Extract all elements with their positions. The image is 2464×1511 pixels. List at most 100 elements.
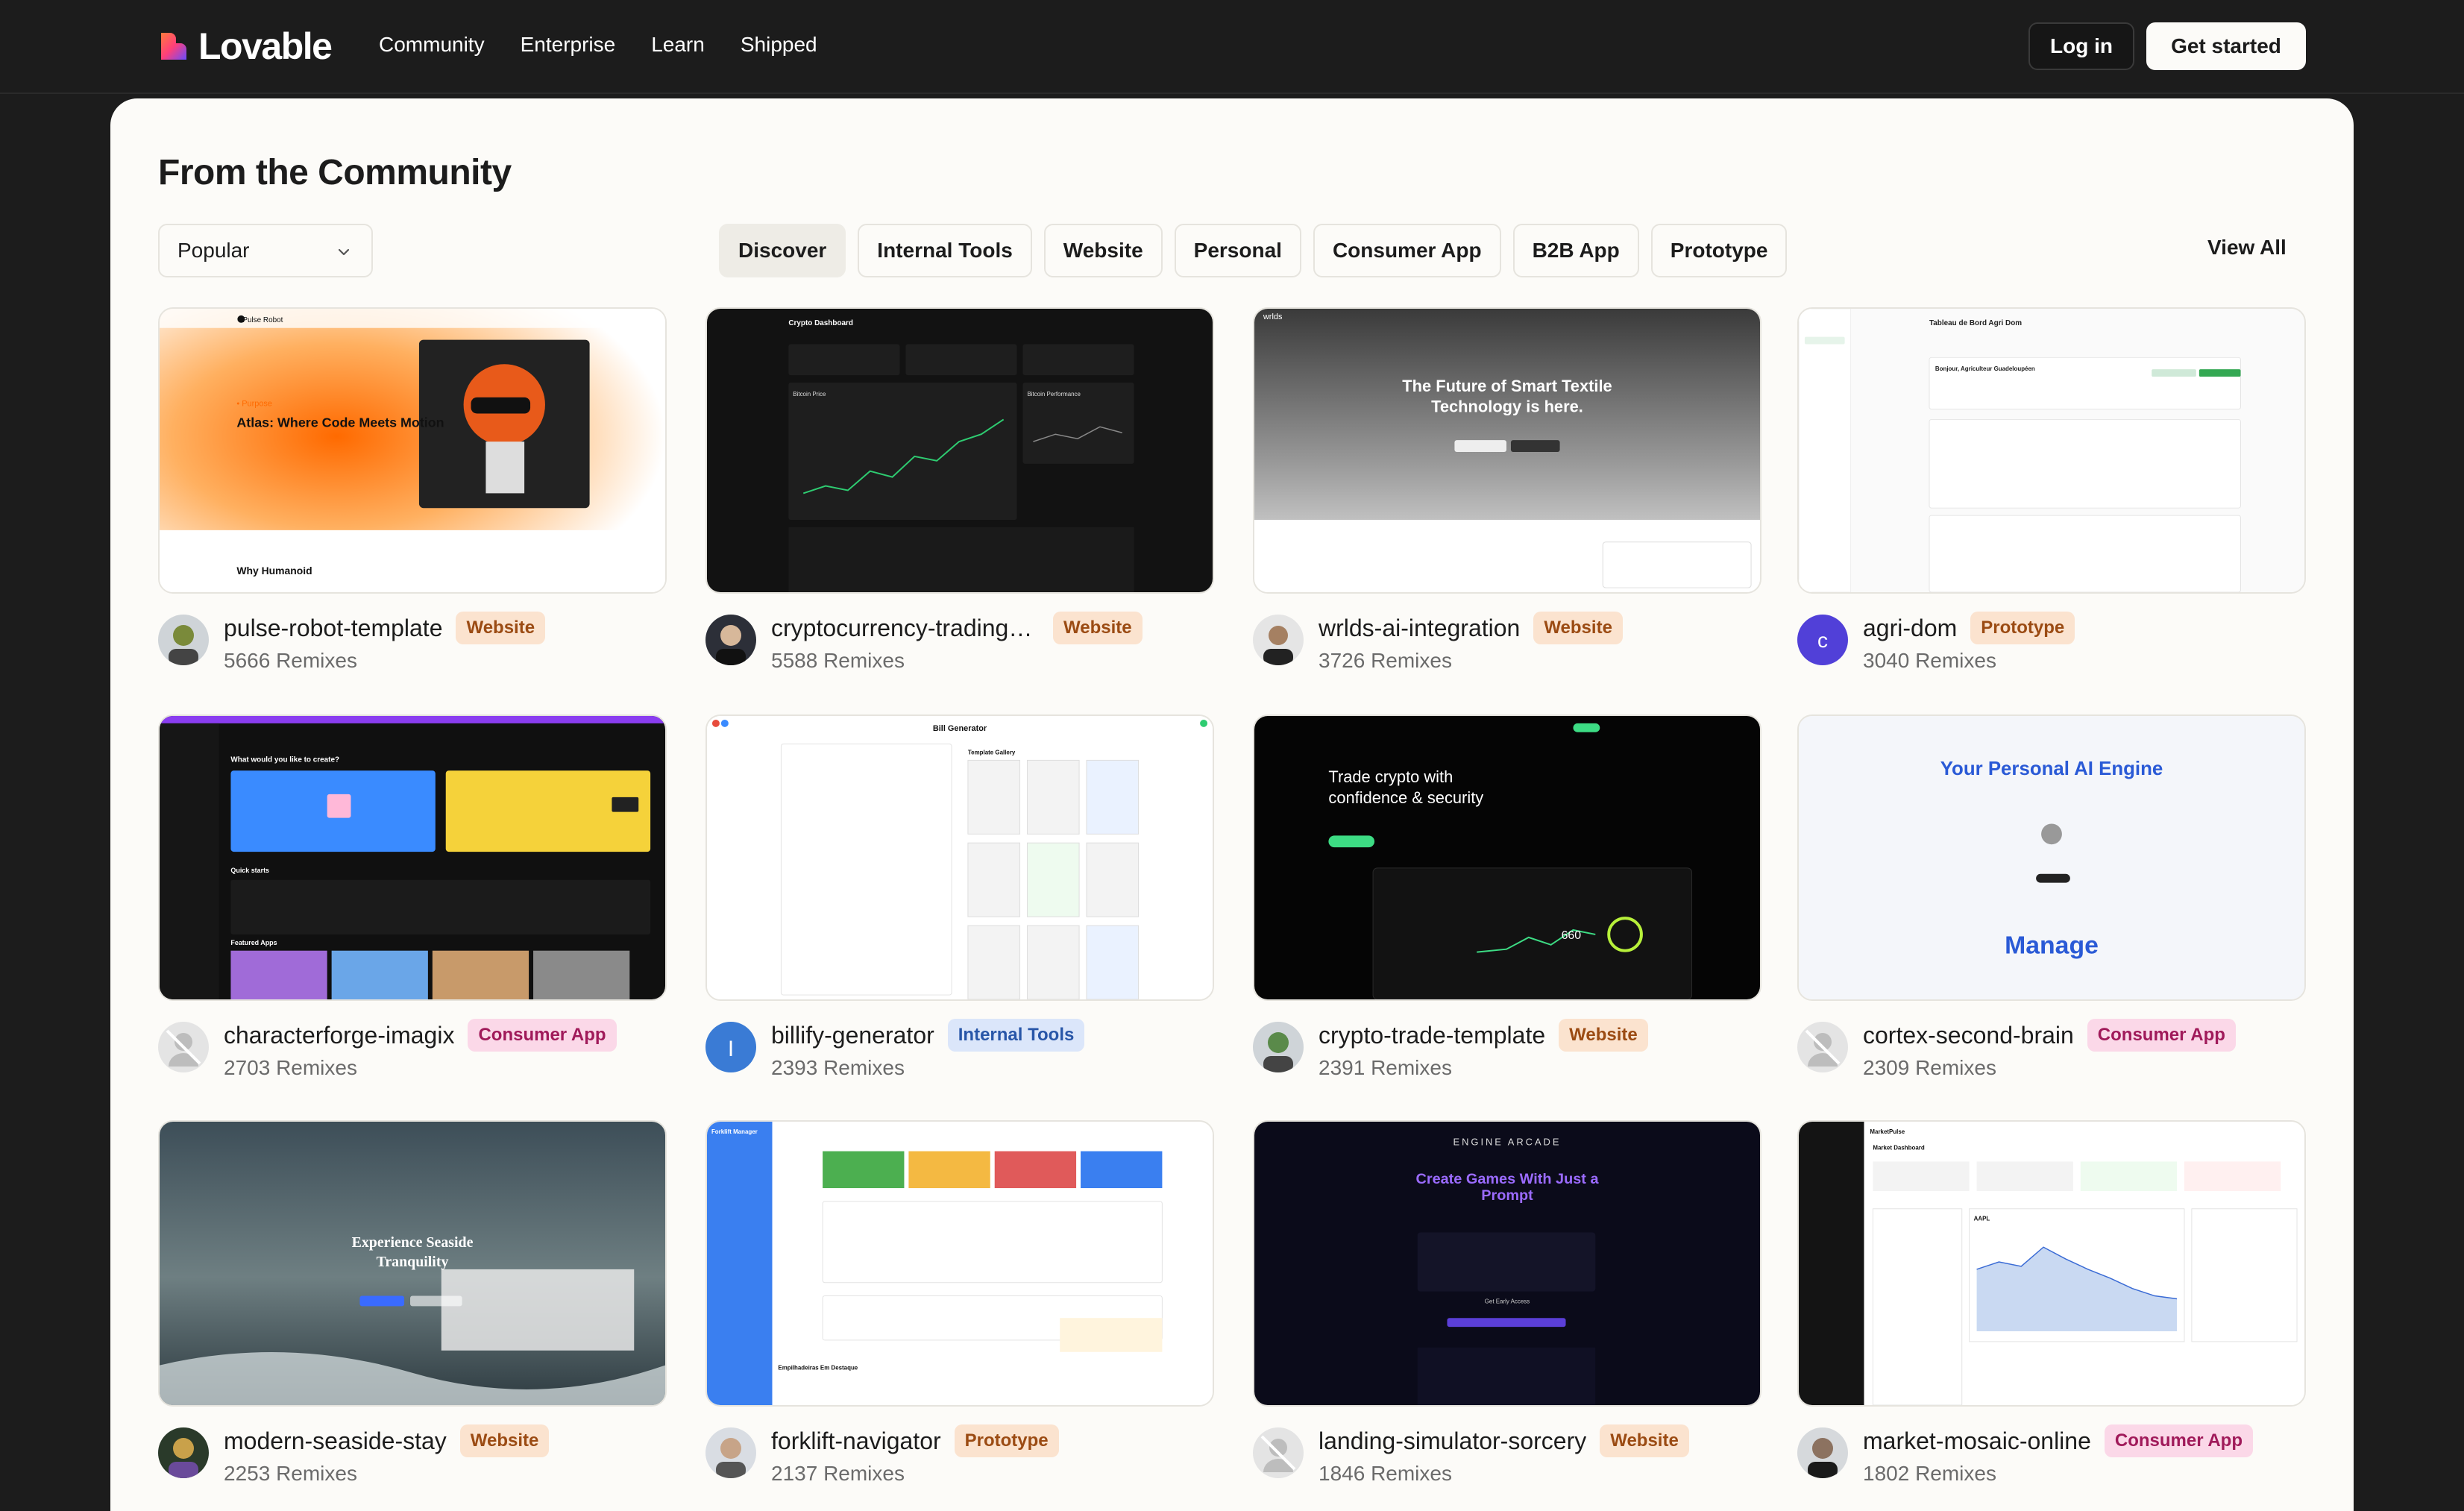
category-badge: Website: [459, 1424, 550, 1457]
project-name[interactable]: crypto-trade-template: [1319, 1022, 1545, 1049]
category-badge: Website: [1533, 612, 1623, 644]
remix-count: 3040 Remixes: [1863, 649, 1996, 672]
remix-count: 2391 Remixes: [1319, 1056, 1452, 1079]
svg-text:Crypto Dashboard: Crypto Dashboard: [788, 319, 853, 327]
category-badge: Prototype: [1970, 612, 2075, 644]
get-started-button[interactable]: Get started: [2146, 22, 2306, 70]
nav-learn[interactable]: Learn: [651, 30, 705, 60]
category-badge: Prototype: [954, 1424, 1059, 1457]
lovable-logo[interactable]: Lovable: [157, 25, 333, 67]
project-name[interactable]: landing-simulator-sorcery: [1319, 1427, 1586, 1455]
avatar[interactable]: [1797, 1022, 1848, 1072]
avatar[interactable]: [1253, 615, 1304, 665]
project-name[interactable]: characterforge-imagix: [224, 1022, 454, 1049]
remix-count: 2703 Remixes: [224, 1056, 357, 1079]
project-thumbnail[interactable]: Forklift Manager Empilhadeiras Em Destaq…: [705, 1120, 1214, 1407]
tab-prototype[interactable]: Prototype: [1650, 224, 1788, 277]
remix-count: 2137 Remixes: [771, 1462, 905, 1485]
avatar[interactable]: [705, 1427, 756, 1478]
project-name[interactable]: market-mosaic-online: [1863, 1427, 2091, 1455]
svg-text:Bonjour, Agriculteur Guadeloup: Bonjour, Agriculteur Guadeloupéen: [1935, 365, 2035, 372]
avatar[interactable]: [158, 1022, 209, 1072]
svg-text:Template Gallery: Template Gallery: [968, 749, 1016, 756]
remix-count: 2253 Remixes: [224, 1462, 357, 1485]
svg-text:I: I: [728, 1037, 734, 1061]
avatar[interactable]: [1253, 1022, 1304, 1072]
svg-text:Get Early Access: Get Early Access: [1485, 1298, 1530, 1304]
tab-internal-tools[interactable]: Internal Tools: [858, 224, 1032, 277]
category-badge: Internal Tools: [947, 1019, 1085, 1052]
project-name[interactable]: pulse-robot-template: [224, 615, 442, 642]
svg-text:Pulse Robot: Pulse Robot: [242, 316, 283, 324]
top-nav: Lovable Community Enterprise Learn Shipp…: [0, 0, 2464, 94]
project-name[interactable]: agri-dom: [1863, 615, 1957, 642]
avatar[interactable]: I: [705, 1022, 756, 1072]
tab-discover[interactable]: Discover: [719, 224, 846, 277]
project-thumbnail[interactable]: wrlds The Future of Smart Textile Techno…: [1253, 307, 1761, 594]
svg-text:Your Personal AI Engine: Your Personal AI Engine: [1940, 758, 2163, 779]
remix-count: 2309 Remixes: [1863, 1056, 1996, 1079]
nav-community[interactable]: Community: [379, 30, 485, 60]
svg-text:Trade crypto with: Trade crypto with: [1328, 767, 1453, 786]
svg-text:ENGINE ARCADE: ENGINE ARCADE: [1453, 1137, 1562, 1148]
svg-text:Bill Generator: Bill Generator: [933, 724, 987, 733]
remix-count: 1846 Remixes: [1319, 1462, 1452, 1485]
avatar[interactable]: [1797, 1427, 1848, 1478]
svg-text:Bitcoin Performance: Bitcoin Performance: [1027, 391, 1081, 398]
avatar[interactable]: [158, 1427, 209, 1478]
project-thumbnail[interactable]: MarketPulse Market Dashboard AAPL: [1797, 1120, 2306, 1407]
avatar[interactable]: [1253, 1427, 1304, 1478]
view-all-link[interactable]: View All: [2207, 236, 2287, 260]
project-thumbnail[interactable]: • Purpose Atlas: Where Code Meets Motion…: [158, 307, 667, 594]
project-thumbnail[interactable]: Bill Generator Template Gallery: [705, 714, 1214, 1001]
sort-select[interactable]: Popular: [158, 224, 373, 277]
avatar[interactable]: [158, 615, 209, 665]
avatar[interactable]: [705, 615, 756, 665]
category-badge: Website: [1559, 1019, 1648, 1052]
avatar[interactable]: c: [1797, 615, 1848, 665]
svg-text:confidence & security: confidence & security: [1328, 788, 1483, 807]
tab-personal[interactable]: Personal: [1174, 224, 1301, 277]
svg-text:wrlds: wrlds: [1263, 312, 1283, 321]
category-tabs: Discover Internal Tools Website Personal…: [719, 224, 1788, 277]
svg-text:Experience Seaside: Experience Seaside: [352, 1234, 474, 1251]
nav-enterprise[interactable]: Enterprise: [521, 30, 616, 60]
tab-consumer-app[interactable]: Consumer App: [1313, 224, 1501, 277]
category-badge: Consumer App: [2087, 1019, 2236, 1052]
remix-count: 3726 Remixes: [1319, 649, 1452, 672]
category-badge: Website: [456, 612, 546, 644]
svg-text:Create Games With Just a: Create Games With Just a: [1415, 1171, 1599, 1187]
svg-text:The Future of Smart Textile: The Future of Smart Textile: [1402, 377, 1612, 395]
project-thumbnail[interactable]: Crypto Dashboard Bitcoin Price Bitcoin P…: [705, 307, 1214, 594]
svg-text:Market Dashboard: Market Dashboard: [1873, 1145, 1924, 1152]
project-name[interactable]: wrlds-ai-integration: [1319, 615, 1520, 642]
svg-text:Quick starts: Quick starts: [230, 867, 269, 874]
project-thumbnail[interactable]: ENGINE ARCADE Create Games With Just a P…: [1253, 1120, 1761, 1407]
svg-text:Prompt: Prompt: [1481, 1187, 1533, 1204]
tab-website[interactable]: Website: [1043, 224, 1163, 277]
project-thumbnail[interactable]: Your Personal AI Engine Manage: [1797, 714, 2306, 1001]
project-thumbnail[interactable]: Trade crypto with confidence & security …: [1253, 714, 1761, 1001]
project-thumbnail[interactable]: What would you like to create? Quick sta…: [158, 714, 667, 1001]
svg-text:Technology is here.: Technology is here.: [1431, 398, 1583, 416]
category-badge: Consumer App: [2104, 1424, 2253, 1457]
svg-text:Forklift Manager: Forklift Manager: [711, 1128, 758, 1135]
login-button[interactable]: Log in: [2028, 22, 2134, 70]
project-name[interactable]: forklift-navigator: [771, 1427, 941, 1455]
svg-text:What would you like to create?: What would you like to create?: [230, 756, 339, 764]
svg-text:MarketPulse: MarketPulse: [1870, 1128, 1905, 1135]
nav-shipped[interactable]: Shipped: [741, 30, 817, 60]
community-panel: From the Community Popular Discover Inte…: [110, 98, 2354, 1511]
project-name[interactable]: billify-generator: [771, 1022, 934, 1049]
project-name[interactable]: cortex-second-brain: [1863, 1022, 2074, 1049]
project-name[interactable]: cryptocurrency-trading-dash...: [771, 615, 1040, 642]
thumb-title: Atlas: Where Code Meets Motion: [236, 415, 444, 430]
project-name[interactable]: modern-seaside-stay: [224, 1427, 447, 1455]
svg-text:AAPL: AAPL: [1974, 1216, 1990, 1222]
project-thumbnail[interactable]: Tableau de Bord Agri Dom Bonjour, Agricu…: [1797, 307, 2306, 594]
svg-text:Bitcoin Price: Bitcoin Price: [793, 391, 826, 398]
project-thumbnail[interactable]: Experience Seaside Tranquility: [158, 1120, 667, 1407]
category-badge: Website: [1600, 1424, 1689, 1457]
tab-b2b-app[interactable]: B2B App: [1512, 224, 1639, 277]
svg-text:660: 660: [1562, 929, 1582, 942]
